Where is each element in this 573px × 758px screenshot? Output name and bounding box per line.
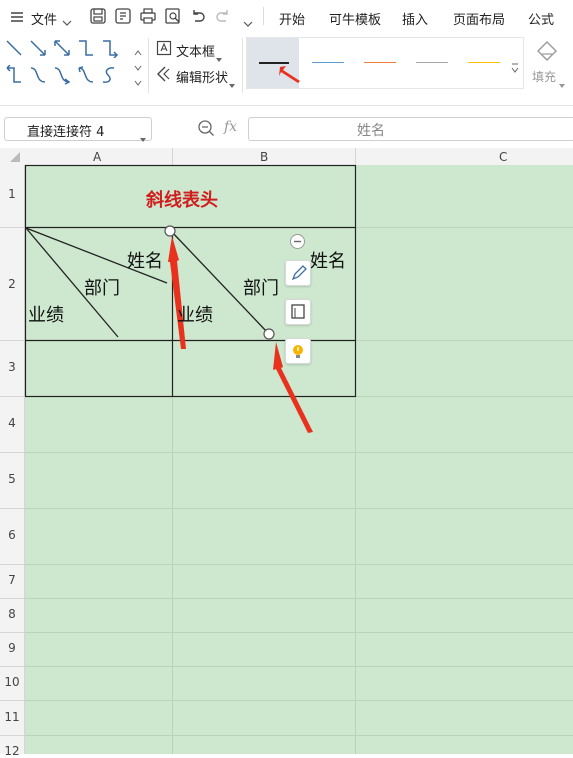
cell-label-dept: 部门 — [243, 278, 279, 299]
outline-icon — [291, 304, 305, 319]
cell-label-dept: 部门 — [84, 278, 120, 299]
smart-suggest-button[interactable] — [285, 338, 311, 364]
cell-label-performance: 业绩 — [177, 305, 213, 326]
pen-icon — [291, 265, 307, 281]
grid-lines — [0, 164, 573, 754]
cell-label-name: 姓名 — [127, 251, 163, 272]
lightbulb-icon — [293, 345, 303, 358]
cell-label-name: 姓名 — [310, 251, 346, 272]
shape-outline-button[interactable] — [285, 299, 311, 325]
collapse-icon[interactable] — [290, 234, 305, 249]
cell-label-performance: 业绩 — [28, 305, 64, 326]
header-title: 斜线表头 — [146, 190, 218, 211]
shape-style-button[interactable] — [285, 260, 311, 286]
